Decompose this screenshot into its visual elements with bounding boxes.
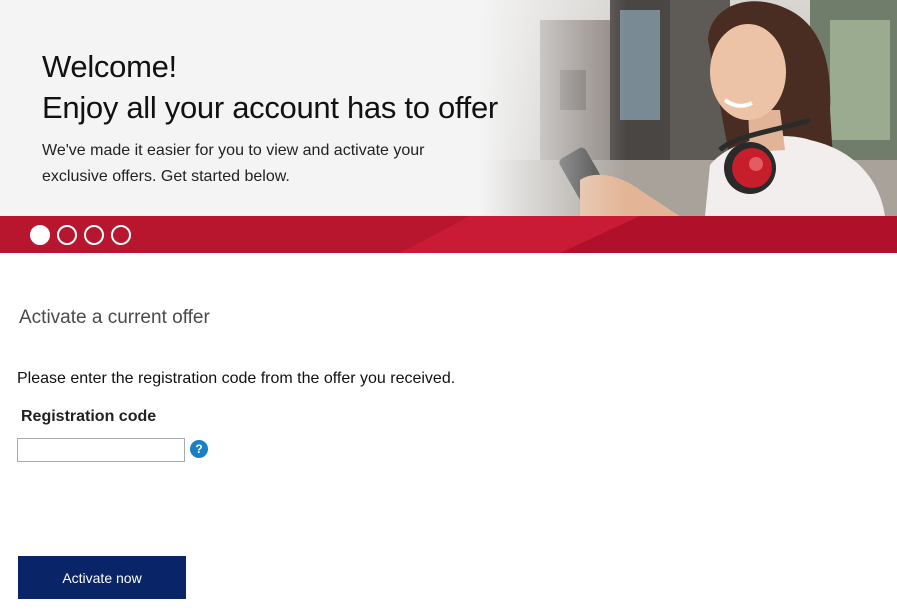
carousel-dot-2[interactable] <box>57 225 77 245</box>
hero-photo <box>480 0 897 216</box>
carousel-dot-1[interactable] <box>30 225 50 245</box>
instructions-text: Please enter the registration code from … <box>17 370 456 387</box>
carousel-dot-3[interactable] <box>84 225 104 245</box>
registration-code-input[interactable] <box>17 438 185 462</box>
hero-headline-line1: Welcome! <box>42 49 177 84</box>
activate-now-button[interactable]: Activate now <box>18 556 186 599</box>
registration-code-label: Registration code <box>21 408 157 425</box>
hero-subtext: We've made it easier for you to view and… <box>42 142 425 185</box>
hero-headline: Welcome! Enjoy all your account has to o… <box>42 46 512 128</box>
hero-banner: Welcome! Enjoy all your account has to o… <box>0 0 897 216</box>
carousel-bar <box>0 216 897 253</box>
hero-headline-line2: Enjoy all your account has to offer <box>42 90 498 125</box>
carousel-dot-4[interactable] <box>111 225 131 245</box>
carousel-dots <box>30 225 131 245</box>
question-circle-icon[interactable]: ? <box>190 440 208 458</box>
hero-text: Welcome! Enjoy all your account has to o… <box>42 46 512 190</box>
section-title: Activate a current offer <box>19 307 210 328</box>
woman-with-phone-photo <box>480 0 897 216</box>
carousel-bar-background <box>0 216 897 253</box>
